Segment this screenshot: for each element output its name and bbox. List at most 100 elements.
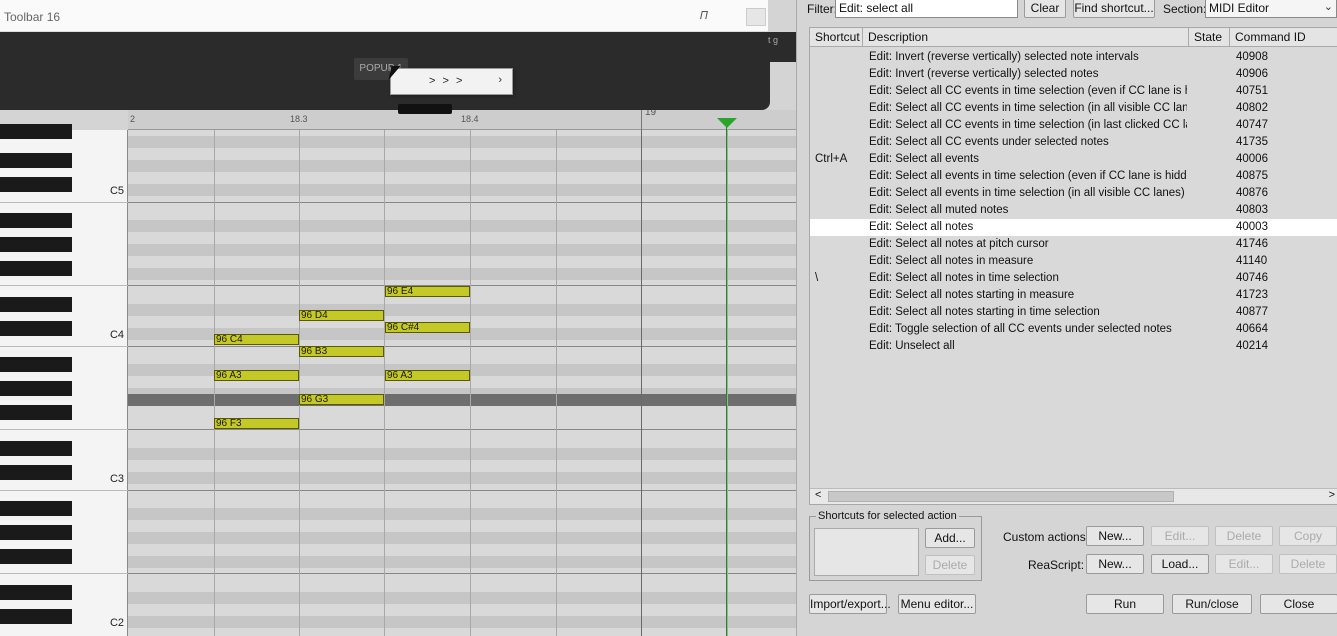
action-command-id: 40747: [1236, 119, 1268, 131]
action-row[interactable]: Edit: Select all CC events in time selec…: [810, 83, 1337, 100]
octave-separator: [128, 573, 800, 574]
octave-label: C3: [109, 473, 124, 485]
ruler-tick: 18.4: [461, 114, 479, 124]
midi-note[interactable]: 96 C4: [214, 334, 299, 345]
action-row[interactable]: Edit: Toggle selection of all CC events …: [810, 321, 1337, 338]
action-row[interactable]: Ctrl+A Edit: Select all events 40006: [810, 151, 1337, 168]
grid-row: [128, 448, 800, 460]
action-row[interactable]: Edit: Invert (reverse vertically) select…: [810, 49, 1337, 66]
toolbar-title: Toolbar 16: [4, 10, 61, 24]
midi-note[interactable]: 96 D4: [299, 310, 384, 321]
run-close-button[interactable]: Run/close: [1172, 594, 1252, 614]
grid-row: [128, 616, 800, 628]
action-description: Edit: Select all notes in time selection: [869, 272, 1059, 284]
action-row[interactable]: Edit: Unselect all 40214: [810, 338, 1337, 355]
action-row[interactable]: Edit: Select all CC events under selecte…: [810, 134, 1337, 151]
midi-note[interactable]: 96 B3: [299, 346, 384, 357]
add-shortcut-button[interactable]: Add...: [925, 528, 975, 548]
black-key[interactable]: [0, 441, 72, 456]
black-key[interactable]: [0, 261, 72, 276]
filter-input[interactable]: Edit: select all: [835, 0, 1018, 18]
clear-button[interactable]: Clear: [1024, 0, 1066, 18]
reascript-edit-button[interactable]: Edit...: [1215, 554, 1273, 574]
octave-separator: [128, 346, 800, 347]
black-key[interactable]: [0, 237, 72, 252]
scroll-left-icon[interactable]: <: [815, 489, 821, 501]
black-key[interactable]: [0, 525, 72, 540]
close-dialog-button[interactable]: Close: [1260, 594, 1337, 614]
action-row[interactable]: Edit: Invert (reverse vertically) select…: [810, 66, 1337, 83]
beat-line: [299, 130, 300, 636]
midi-note[interactable]: 96 A3: [214, 370, 299, 381]
toolbar-body: POPUP 1: [0, 32, 770, 110]
close-button[interactable]: [746, 8, 766, 26]
black-key[interactable]: [0, 381, 72, 396]
action-command-id: 40664: [1236, 323, 1268, 335]
action-row[interactable]: Edit: Select all notes at pitch cursor 41…: [810, 236, 1337, 253]
midi-note[interactable]: 96 C#4: [385, 322, 470, 333]
action-row[interactable]: \ Edit: Select all notes in time selectio…: [810, 270, 1337, 287]
black-key[interactable]: [0, 321, 72, 336]
column-command-id[interactable]: Command ID: [1230, 28, 1337, 47]
black-key[interactable]: [0, 357, 72, 372]
section-select[interactable]: MIDI Editor ⌄: [1205, 0, 1337, 18]
black-key[interactable]: [0, 609, 72, 624]
scrollbar-thumb[interactable]: [828, 491, 1174, 502]
octave-separator: [128, 429, 800, 430]
custom-copy-button[interactable]: Copy: [1279, 526, 1337, 546]
black-key[interactable]: [0, 153, 72, 168]
pin-icon[interactable]: 𝛱: [700, 10, 714, 22]
column-shortcut[interactable]: Shortcut: [810, 28, 863, 47]
action-row[interactable]: Edit: Select all notes 40003: [810, 219, 1337, 236]
reascript-new-button[interactable]: New...: [1086, 554, 1144, 574]
column-state[interactable]: State: [1189, 28, 1230, 47]
midi-note[interactable]: 96 F3: [214, 418, 299, 429]
horizontal-scrollbar[interactable]: < >: [810, 488, 1337, 504]
black-key[interactable]: [0, 297, 72, 312]
black-key[interactable]: [0, 585, 72, 600]
custom-delete-button[interactable]: Delete: [1215, 526, 1273, 546]
action-row[interactable]: Edit: Select all notes starting in measu…: [810, 287, 1337, 304]
action-row[interactable]: Edit: Select all muted notes 40803: [810, 202, 1337, 219]
play-cursor-marker[interactable]: [717, 118, 737, 128]
shortcuts-list[interactable]: [814, 528, 919, 576]
timeline-ruler[interactable]: 2 18.3 18.4 19: [128, 107, 800, 130]
key-divider: [0, 285, 128, 286]
popup-menu: > > > ›: [390, 68, 513, 95]
toolbar-scroll-handle[interactable]: [398, 104, 452, 114]
black-key[interactable]: [0, 501, 72, 516]
custom-edit-button[interactable]: Edit...: [1151, 526, 1209, 546]
reascript-load-button[interactable]: Load...: [1151, 554, 1209, 574]
actions-list[interactable]: Shortcut Description State Command ID ^ …: [809, 27, 1337, 505]
midi-note[interactable]: 96 E4: [385, 286, 470, 297]
black-key[interactable]: [0, 465, 72, 480]
scroll-right-icon[interactable]: >: [1329, 489, 1335, 501]
midi-note[interactable]: 96 G3: [299, 394, 384, 405]
black-key[interactable]: [0, 405, 72, 420]
action-row[interactable]: Edit: Select all CC events in time selec…: [810, 100, 1337, 117]
import-export-button[interactable]: Import/export...: [809, 594, 891, 614]
column-description[interactable]: Description: [863, 28, 1189, 47]
action-description: Edit: Invert (reverse vertically) select…: [869, 51, 1139, 63]
black-key[interactable]: [0, 213, 72, 228]
find-shortcut-button[interactable]: Find shortcut...: [1073, 0, 1155, 18]
note-grid[interactable]: 96 E4 96 D4 96 C#4 96 C4 96 B3 96 A3 96 …: [128, 130, 800, 636]
reascript-delete-button[interactable]: Delete: [1279, 554, 1337, 574]
action-row[interactable]: Edit: Select all notes in measure 41140: [810, 253, 1337, 270]
menu-item-more[interactable]: > > >: [429, 75, 464, 87]
piano-keyboard[interactable]: C5 C4 C3 C2: [0, 124, 128, 636]
menu-editor-button[interactable]: Menu editor...: [898, 594, 976, 614]
black-key[interactable]: [0, 177, 72, 192]
action-row[interactable]: Edit: Select all notes starting in time …: [810, 304, 1337, 321]
black-key[interactable]: [0, 124, 72, 139]
action-row[interactable]: Edit: Select all CC events in time selec…: [810, 117, 1337, 134]
toolbar-titlebar[interactable]: Toolbar 16 𝛱: [0, 0, 768, 32]
run-button[interactable]: Run: [1086, 594, 1164, 614]
action-row[interactable]: Edit: Select all events in time selectio…: [810, 168, 1337, 185]
custom-new-button[interactable]: New...: [1086, 526, 1144, 546]
action-row[interactable]: Edit: Select all events in time selectio…: [810, 185, 1337, 202]
delete-shortcut-button[interactable]: Delete: [925, 555, 975, 575]
action-command-id: 40877: [1236, 306, 1268, 318]
black-key[interactable]: [0, 549, 72, 564]
midi-note[interactable]: 96 A3: [385, 370, 470, 381]
